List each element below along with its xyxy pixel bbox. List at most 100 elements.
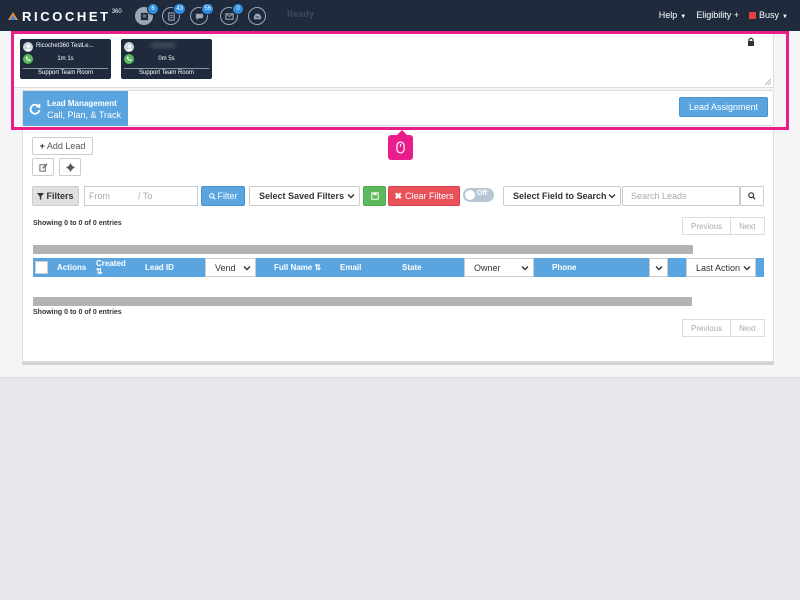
lead-management-title: Lead Management [47, 99, 117, 108]
save-filter-button[interactable] [363, 186, 386, 206]
filter-button[interactable]: Filter [201, 186, 245, 206]
add-lead-button[interactable]: + Add Lead [32, 137, 93, 155]
saved-filters-select[interactable]: Select Saved Filters [249, 186, 360, 206]
chevron-down-icon [521, 266, 529, 271]
chevron-down-icon [347, 194, 355, 199]
call-card[interactable]: Ricochet360 TestLe... 1m 1s Support Team… [20, 39, 111, 79]
chat-badge: 56 [201, 3, 214, 15]
mouse-indicator [388, 135, 413, 160]
sort-icon: ⇅ [96, 266, 103, 276]
eligibility-menu[interactable]: Eligibility + [696, 10, 739, 20]
from-placeholder: From [89, 191, 110, 201]
lock-icon[interactable] [747, 37, 755, 46]
col-vendor-select[interactable]: Vend [205, 258, 256, 277]
search-placeholder: Search Leads [631, 191, 687, 201]
next-button[interactable]: Next [731, 320, 763, 336]
clear-filters-button[interactable]: ✖ Clear Filters [388, 186, 460, 206]
pagination-top: Previous Next [682, 217, 765, 235]
col-lead-id[interactable]: Lead ID [145, 258, 174, 277]
filter-toggle[interactable]: Off [463, 188, 494, 202]
resize-grip-icon[interactable] [765, 79, 771, 85]
col-phone-select[interactable] [649, 258, 668, 277]
refresh-icon [29, 103, 41, 115]
logo[interactable]: RICOCHET 360 [7, 8, 122, 24]
col-state[interactable]: State [402, 258, 422, 277]
search-field-label: Select Field to Search [513, 191, 607, 201]
search-button[interactable] [740, 186, 764, 206]
col-last-action-label: Last Action [696, 262, 741, 273]
col-actions: Actions [57, 263, 87, 272]
to-placeholder: / To [138, 191, 153, 201]
help-menu[interactable]: Help ▼ [659, 10, 686, 20]
chevron-down-icon [243, 266, 251, 271]
panel-shadow [22, 362, 774, 365]
saved-filters-label: Select Saved Filters [259, 191, 345, 201]
mail-icon [224, 12, 234, 20]
busy-menu[interactable]: Busy ▼ [749, 10, 788, 20]
search-icon [208, 192, 216, 200]
add-lead-label: Add Lead [46, 141, 86, 151]
chevron-down-icon [608, 194, 616, 199]
search-field-select[interactable]: Select Field to Search [503, 186, 621, 206]
filter-label: Filter [217, 191, 238, 201]
col-created[interactable]: Created ⇅ [96, 258, 126, 277]
top-navbar: RICOCHET 360 6 43 56 0 Ready Help ▼ Eligi… [0, 0, 800, 31]
col-last-action-select[interactable]: Last Action [686, 258, 756, 277]
filters-button[interactable]: Filters [32, 186, 79, 206]
leads-badge: 6 [147, 3, 159, 15]
previous-button[interactable]: Previous [683, 320, 732, 336]
plus-icon: + [39, 141, 45, 151]
col-phone[interactable]: Phone [552, 258, 576, 277]
call-card[interactable]: xxxxxxxx 0m 5s Support Team Room [121, 39, 212, 79]
col-owner-label: Owner [474, 262, 501, 273]
avatar [124, 42, 134, 52]
lead-assignment-button[interactable]: Lead Assignment [678, 97, 768, 117]
call-room: Support Team Room [23, 68, 108, 76]
chevron-down-icon [743, 266, 751, 271]
lead-management-tab[interactable]: Lead Management Call, Plan, & Track [23, 91, 128, 126]
documents-nav-button[interactable]: 43 [162, 3, 186, 25]
toggle-label: Off [477, 190, 488, 197]
toggle-knob [465, 190, 475, 200]
call-room: Support Team Room [124, 68, 209, 76]
help-caret-icon: ▼ [680, 14, 687, 20]
select-all-checkbox[interactable] [35, 261, 48, 274]
table-info-bottom: Showing 0 to 0 of 0 entries [33, 309, 122, 316]
logo-text: RICOCHET [22, 8, 111, 24]
horizontal-scrollbar-bottom[interactable] [33, 297, 692, 306]
leads-nav-button[interactable]: 6 [135, 3, 159, 25]
eligibility-plus: + [733, 10, 740, 20]
funnel-icon [37, 192, 45, 200]
logo-mark-icon [7, 10, 19, 22]
eligibility-label: Eligibility [696, 10, 732, 20]
col-email[interactable]: Email [340, 258, 361, 277]
call-duration: 1m 1s [57, 56, 74, 62]
search-leads-input[interactable]: Search Leads [622, 186, 740, 206]
nav-right-menu: Help ▼ Eligibility + Busy ▼ [659, 10, 788, 20]
lead-management-subtitle: Call, Plan, & Track [47, 110, 122, 120]
mail-nav-button[interactable]: 0 [220, 3, 244, 25]
active-calls-panel: Ricochet360 TestLe... 1m 1s Support Team… [12, 33, 774, 88]
status-text: Ready [287, 9, 315, 19]
lead-management-header: Lead Management Call, Plan, & Track Lead… [22, 90, 774, 126]
page-lower-area [0, 377, 800, 600]
filters-label: Filters [46, 191, 74, 201]
next-button[interactable]: Next [731, 218, 763, 234]
col-owner-select[interactable]: Owner [464, 258, 534, 277]
col-vendor-label: Vend [215, 262, 236, 273]
search-icon [748, 192, 756, 200]
close-icon: ✖ [394, 190, 403, 201]
edit-button[interactable] [32, 158, 54, 176]
horizontal-scrollbar-top[interactable] [33, 245, 693, 254]
chevron-down-icon [655, 266, 663, 271]
inbox-nav-button[interactable] [248, 7, 266, 25]
date-range-input[interactable]: From / To [84, 186, 198, 206]
col-full-name[interactable]: Full Name ⇅ [274, 258, 321, 277]
chat-nav-button[interactable]: 56 [190, 3, 214, 25]
busy-status-icon [749, 12, 757, 19]
user-icon [25, 44, 31, 51]
call-duration: 0m 5s [158, 56, 175, 62]
mouse-icon [396, 141, 405, 154]
previous-button[interactable]: Previous [683, 218, 732, 234]
settings-button[interactable] [59, 158, 81, 176]
